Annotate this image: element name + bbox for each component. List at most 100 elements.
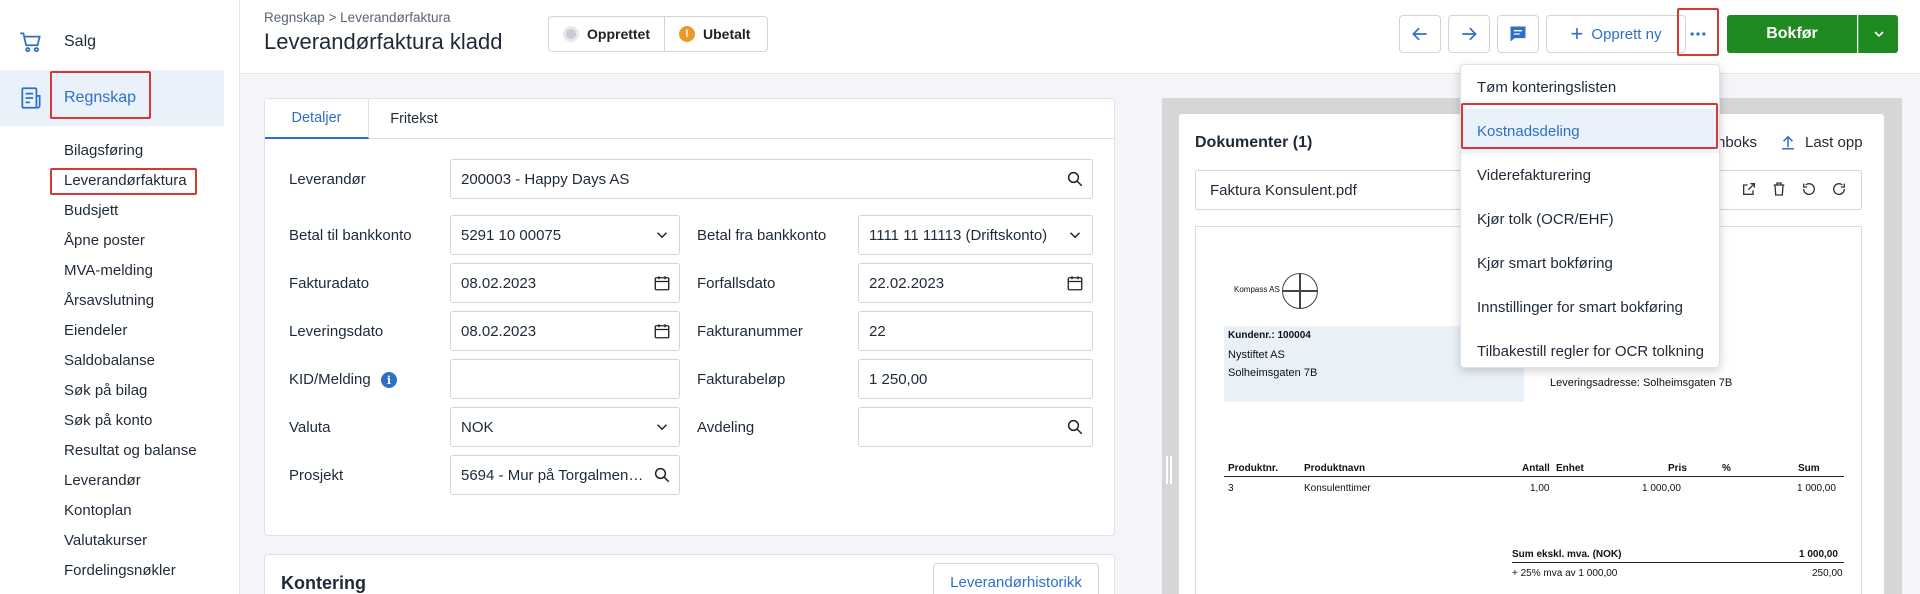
calendar-icon[interactable] [645,312,679,350]
search-icon[interactable] [1058,408,1092,446]
fakturadato-input[interactable]: 08.02.2023 [450,263,680,303]
inbox-link[interactable]: nboks [1717,134,1757,151]
pdf-mva-value: 250,00 [1812,568,1843,579]
fakturabelop-input[interactable]: 1 250,00 [858,359,1093,399]
calendar-icon[interactable] [645,264,679,302]
opprett-ny-button[interactable]: + Opprett ny [1546,15,1686,53]
warning-icon: ! [679,26,695,42]
sidebar-item-salg[interactable]: Salg [0,14,224,70]
rotate-right-icon[interactable] [1831,181,1847,197]
file-tools [1741,181,1847,197]
sidebar-subitem[interactable]: Årsavslutning [64,292,154,309]
betal-fra-select[interactable]: 1111 11 11113 (Driftskonto) [858,215,1093,255]
kid-input[interactable] [450,359,680,399]
status-label: Ubetalt [703,26,751,42]
info-icon[interactable]: i [381,372,397,388]
forfallsdato-input[interactable]: 22.02.2023 [858,263,1093,303]
sidebar-subitem[interactable]: Saldobalanse [64,352,155,369]
resize-handle[interactable] [1166,456,1172,484]
pdf-col: Produktnr. [1228,463,1279,474]
fakturadato-label: Fakturadato [289,275,370,292]
sidebar-subitem[interactable]: MVA-melding [64,262,153,279]
sidebar-subitem[interactable]: Leverandør [64,472,141,489]
sidebar-subitem[interactable]: Budsjett [64,202,118,219]
fakturabelop-label: Fakturabeløp [697,371,786,388]
search-icon[interactable] [645,456,679,494]
leveringsdato-input[interactable]: 08.02.2023 [450,311,680,351]
comment-button[interactable] [1497,15,1539,53]
pdf-sum-label: Sum ekskl. mva. (NOK) [1512,549,1622,560]
menu-item[interactable]: Tilbakestill regler for OCR tolkning [1461,329,1719,373]
menu-item[interactable]: Viderefakturering [1461,153,1719,197]
menu-item[interactable]: Kjør smart bokføring [1461,241,1719,285]
kontering-title: Kontering [281,573,366,593]
arrow-right-icon [1462,27,1477,41]
bokfor-button[interactable]: Bokfør [1727,15,1857,53]
tab-bar: Detaljer Fritekst [265,99,1114,139]
documents-title: Dokumenter (1) [1195,134,1313,151]
tab-fritekst[interactable]: Fritekst [369,99,459,139]
pdf-customer-address: Solheimsgaten 7B [1228,367,1318,379]
sidebar-item-label: Salg [64,33,97,50]
arrow-left-icon [1412,27,1427,41]
sidebar-subitem[interactable]: Resultat og balanse [64,442,197,459]
status-ubetalt: ! Ubetalt [664,17,764,51]
valuta-select[interactable]: NOK [450,407,680,447]
chevron-down-icon [1058,216,1092,254]
sidebar-subitem[interactable]: Åpne poster [64,232,145,249]
upload-icon [1782,135,1794,150]
menu-item[interactable]: Kjør tolk (OCR/EHF) [1461,197,1719,241]
pdf-cell: 1 000,00 [1797,483,1836,494]
prosjekt-input[interactable]: 5694 - Mur på Torgalmenningen [450,455,680,495]
fakturanummer-input[interactable]: 22 [858,311,1093,351]
search-icon[interactable] [1058,160,1092,198]
pdf-divider [1512,562,1844,563]
sidebar-subitem[interactable]: Fordelingsnøkler [64,562,176,579]
pdf-col: Sum [1798,463,1820,474]
sidebar-subitem[interactable]: Valutakurser [64,532,147,549]
breadcrumb[interactable]: Regnskap > Leverandørfaktura [264,10,450,25]
input-value: 5694 - Mur på Torgalmenningen [461,466,645,484]
invoice-details-card: Detaljer Fritekst Leverandør 200003 - Ha… [264,98,1115,536]
status-label: Opprettet [587,26,650,42]
status-group: Opprettet ! Ubetalt [548,16,768,52]
betal-til-label: Betal til bankkonto [289,227,412,244]
next-button[interactable] [1448,15,1490,53]
pdf-mva-label: + 25% mva av 1 000,00 [1512,568,1618,579]
status-opprettet: Opprettet [549,17,664,51]
kid-label: KID/Melding [289,371,371,388]
sidebar-subitem[interactable]: Kontoplan [64,502,132,519]
pdf-col: Pris [1668,463,1687,474]
prosjekt-label: Prosjekt [289,467,344,484]
chevron-down-icon [645,216,679,254]
betal-til-select[interactable]: 5291 10 00075 [450,215,680,255]
upload-button[interactable]: Last opp [1779,133,1863,151]
calendar-icon[interactable] [1058,264,1092,302]
open-external-icon[interactable] [1741,181,1757,197]
trash-icon[interactable] [1771,181,1787,197]
sidebar-subitem[interactable]: Søk på konto [64,412,152,429]
sidebar-subitem[interactable]: Søk på bilag [64,382,147,399]
pdf-divider [1224,476,1844,477]
sidebar-subitem[interactable]: Bilagsføring [64,142,143,159]
chevron-down-icon [1873,31,1884,38]
upload-label: Last opp [1805,133,1863,151]
pdf-delivery-address: Leveringsadresse: Solheimsgaten 7B [1550,377,1733,389]
rotate-left-icon[interactable] [1801,181,1817,197]
sidebar-subitem[interactable]: Eiendeler [64,322,127,339]
sidebar: Salg Regnskap Bilagsføring Leverandørfakt… [0,0,240,594]
tab-detaljer[interactable]: Detaljer [265,99,369,139]
previous-button[interactable] [1399,15,1441,53]
leverandor-input[interactable]: 200003 - Happy Days AS [450,159,1093,199]
menu-item[interactable]: Innstillinger for smart bokføring [1461,285,1719,329]
pdf-customer-no: Kundenr.: 100004 [1228,330,1311,341]
avdeling-input[interactable] [858,407,1093,447]
bokfor-options-button[interactable] [1858,15,1898,53]
betal-fra-label: Betal fra bankkonto [697,227,827,244]
input-value: 200003 - Happy Days AS [461,170,630,188]
company-logo-icon [1282,273,1318,309]
highlight-box [50,71,151,119]
input-value: 1111 11 11113 (Driftskonto) [869,226,1048,244]
leverandorhistorikk-button[interactable]: Leverandørhistorikk [933,563,1099,594]
file-name: Faktura Konsulent.pdf [1210,182,1357,199]
